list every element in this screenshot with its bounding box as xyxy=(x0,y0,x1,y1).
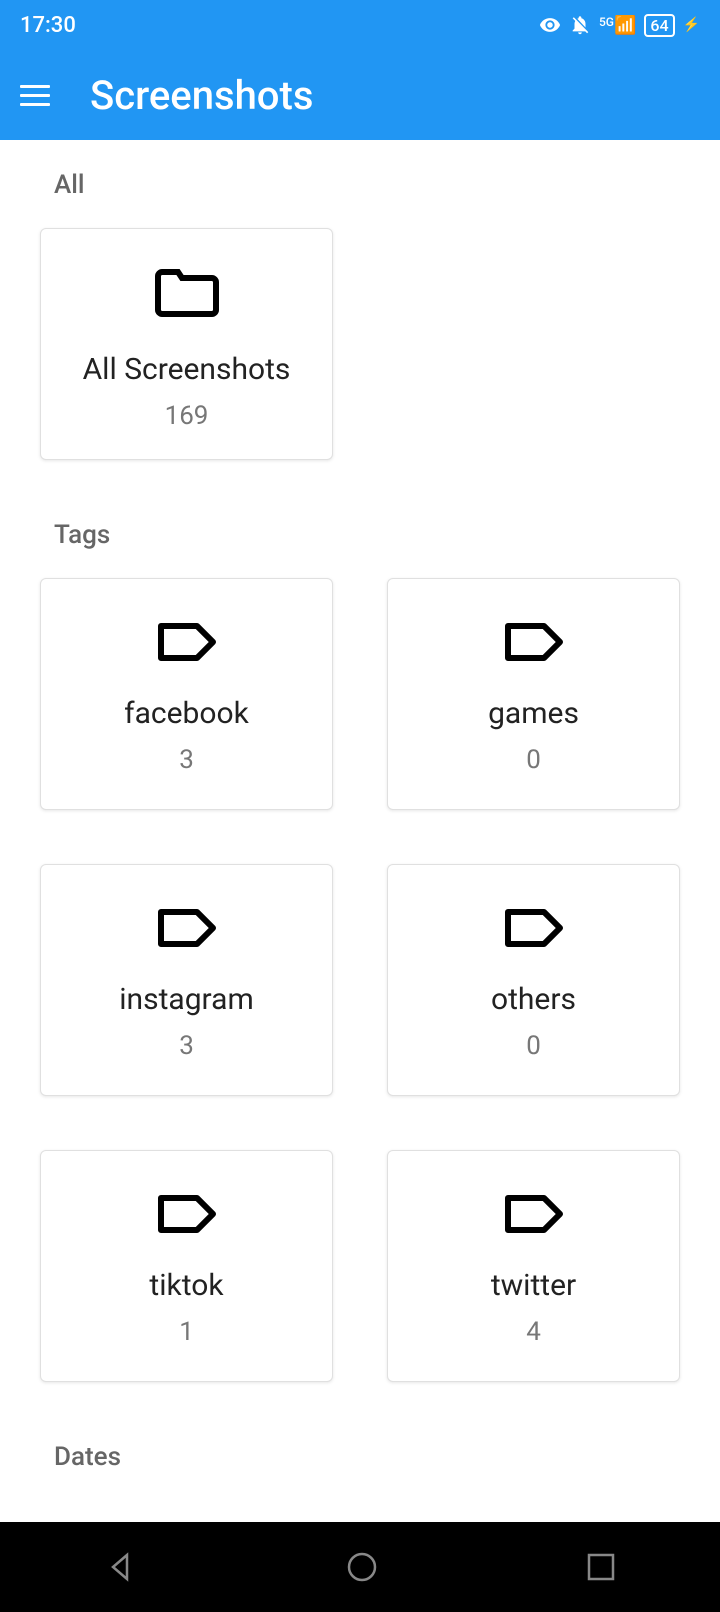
card-title: All Screenshots xyxy=(83,352,291,387)
card-title: twitter xyxy=(491,1268,576,1303)
battery-indicator: 64 xyxy=(644,14,674,37)
tag-card-facebook[interactable]: facebook 3 xyxy=(40,578,333,810)
tag-card-instagram[interactable]: instagram 3 xyxy=(40,864,333,1096)
navigation-bar xyxy=(0,1522,720,1612)
tag-icon xyxy=(502,620,566,668)
tag-card-tiktok[interactable]: tiktok 1 xyxy=(40,1150,333,1382)
card-count: 169 xyxy=(165,401,209,431)
page-title: Screenshots xyxy=(90,72,313,119)
back-button[interactable] xyxy=(103,1549,139,1585)
tag-icon xyxy=(155,906,219,954)
bell-muted-icon xyxy=(569,14,591,36)
all-screenshots-card[interactable]: All Screenshots 169 xyxy=(40,228,333,460)
eye-icon xyxy=(539,14,561,36)
tag-card-others[interactable]: others 0 xyxy=(387,864,680,1096)
section-dates-label: Dates xyxy=(54,1442,700,1472)
home-button[interactable] xyxy=(344,1549,380,1585)
card-count: 0 xyxy=(526,745,541,775)
card-count: 1 xyxy=(179,1317,194,1347)
tag-icon xyxy=(155,1192,219,1240)
section-all-label: All xyxy=(54,170,700,200)
all-grid: All Screenshots 169 xyxy=(20,228,700,460)
tag-card-games[interactable]: games 0 xyxy=(387,578,680,810)
content-area: All All Screenshots 169 Tags facebook 3 … xyxy=(0,140,720,1520)
recent-apps-button[interactable] xyxy=(585,1551,617,1583)
folder-icon xyxy=(152,264,222,324)
card-title: games xyxy=(488,696,579,731)
tag-icon xyxy=(502,1192,566,1240)
card-count: 4 xyxy=(526,1317,541,1347)
card-title: tiktok xyxy=(149,1268,223,1303)
tags-grid: facebook 3 games 0 instagram 3 others 0 xyxy=(20,578,700,1382)
status-time: 17:30 xyxy=(20,13,76,38)
card-count: 0 xyxy=(526,1031,541,1061)
app-bar: Screenshots xyxy=(0,50,720,140)
card-title: others xyxy=(491,982,576,1017)
tag-icon xyxy=(502,906,566,954)
network-indicator: 5G📶 xyxy=(599,15,636,36)
tag-icon xyxy=(155,620,219,668)
menu-icon[interactable] xyxy=(20,85,50,106)
status-bar: 17:30 5G📶 64 ⚡ xyxy=(0,0,720,50)
card-title: instagram xyxy=(119,982,254,1017)
tag-card-twitter[interactable]: twitter 4 xyxy=(387,1150,680,1382)
card-title: facebook xyxy=(124,696,249,731)
charging-icon: ⚡ xyxy=(683,17,700,33)
card-count: 3 xyxy=(179,1031,194,1061)
status-icons: 5G📶 64 ⚡ xyxy=(539,14,700,37)
section-tags-label: Tags xyxy=(54,520,700,550)
card-count: 3 xyxy=(179,745,194,775)
